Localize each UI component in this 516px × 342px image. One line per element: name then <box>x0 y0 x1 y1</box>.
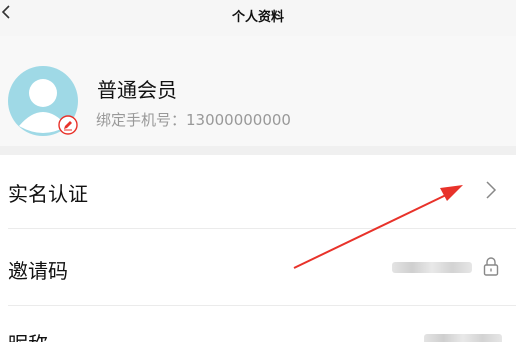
annotation-arrow <box>293 185 463 269</box>
